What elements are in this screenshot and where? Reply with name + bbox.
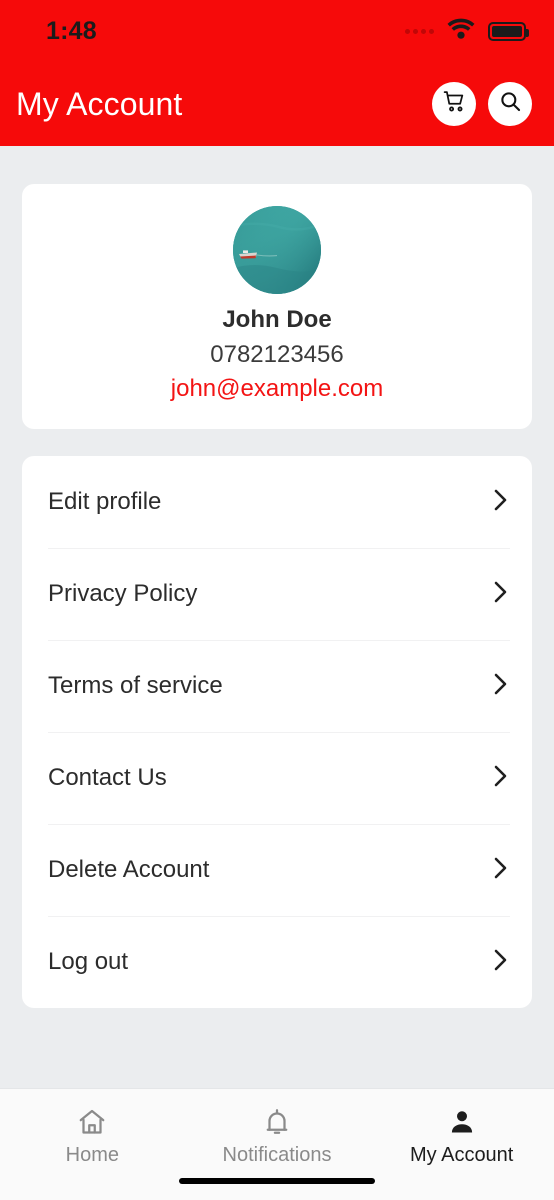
search-icon xyxy=(498,89,523,119)
home-icon xyxy=(77,1107,107,1137)
cellular-dots-icon xyxy=(405,28,434,34)
chevron-right-icon xyxy=(492,670,510,703)
profile-email[interactable]: john@example.com xyxy=(22,375,532,403)
avatar[interactable] xyxy=(233,206,321,294)
chevron-right-icon xyxy=(492,762,510,795)
menu-item-contact-us[interactable]: Contact Us xyxy=(22,732,532,824)
status-bar-icons xyxy=(405,18,529,44)
menu-item-edit-profile[interactable]: Edit profile xyxy=(22,456,532,548)
menu-item-delete-account[interactable]: Delete Account xyxy=(22,824,532,916)
chevron-right-icon xyxy=(492,946,510,979)
bell-icon xyxy=(262,1107,292,1137)
chevron-right-icon xyxy=(492,578,510,611)
menu-item-label: Delete Account xyxy=(48,856,210,883)
profile-phone: 0782123456 xyxy=(210,341,344,368)
app-bar-actions xyxy=(432,82,532,126)
shopping-cart-icon xyxy=(442,89,467,119)
tab-home[interactable]: Home xyxy=(0,1107,185,1167)
menu-item-label: Log out xyxy=(48,948,129,975)
profile-name: John Doe xyxy=(222,306,332,333)
menu-item-label: Privacy Policy xyxy=(48,580,198,607)
status-bar: 1:48 xyxy=(0,0,554,62)
main-content: John Doe 0782123456 john@example.com Edi… xyxy=(0,146,554,1088)
wifi-icon xyxy=(447,18,475,44)
tab-notifications[interactable]: Notifications xyxy=(185,1107,370,1167)
chevron-right-icon xyxy=(492,854,510,887)
menu-item-log-out[interactable]: Log out xyxy=(22,916,532,1008)
app-screen: 1:48 My Account John Doe 0782123456 john… xyxy=(0,0,554,1200)
person-icon xyxy=(447,1107,477,1137)
cart-button[interactable] xyxy=(432,82,476,126)
menu-item-label: Edit profile xyxy=(48,488,162,515)
chevron-right-icon xyxy=(492,486,510,519)
menu-item-label: Terms of service xyxy=(48,672,223,699)
menu-item-terms-of-service[interactable]: Terms of service xyxy=(22,640,532,732)
tab-label: My Account xyxy=(409,1144,514,1166)
search-button[interactable] xyxy=(488,82,532,126)
app-bar: My Account xyxy=(0,62,554,146)
account-menu-list: Edit profile Privacy Policy Terms of ser… xyxy=(22,456,532,1008)
home-indicator xyxy=(179,1178,375,1184)
tab-label: Notifications xyxy=(222,1144,332,1166)
profile-card: John Doe 0782123456 john@example.com xyxy=(22,184,532,429)
tab-label: Home xyxy=(65,1144,120,1166)
status-bar-clock: 1:48 xyxy=(46,16,97,45)
tab-my-account[interactable]: My Account xyxy=(369,1107,554,1167)
menu-item-privacy-policy[interactable]: Privacy Policy xyxy=(22,548,532,640)
page-title: My Account xyxy=(16,85,183,122)
menu-item-label: Contact Us xyxy=(48,764,167,791)
battery-full-icon xyxy=(488,21,529,41)
